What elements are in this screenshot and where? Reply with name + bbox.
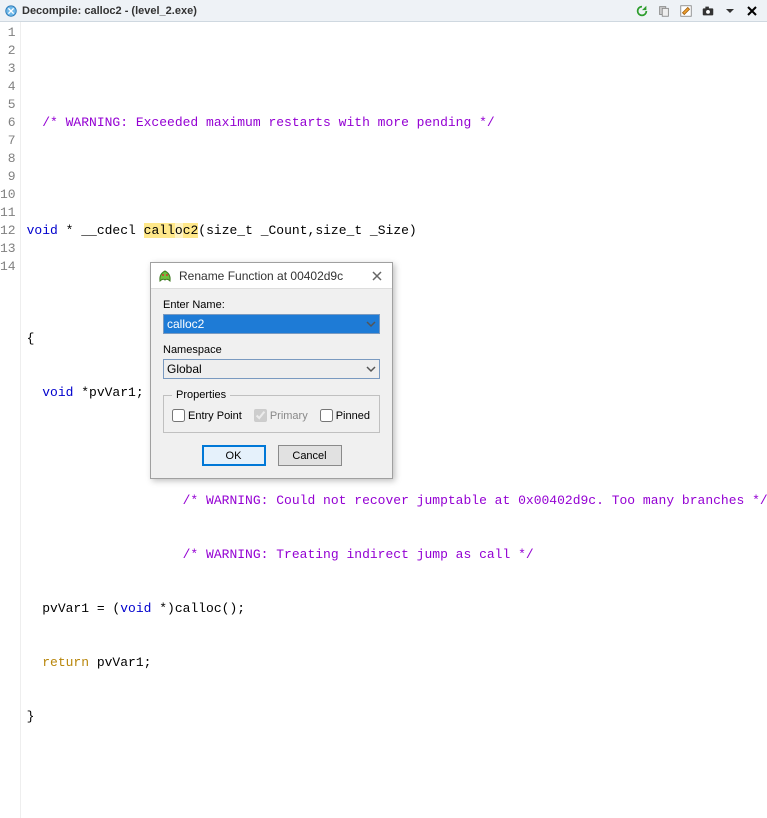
code-line: void *pvVar1;: [27, 384, 767, 402]
refresh-button[interactable]: [632, 2, 652, 20]
edit-button[interactable]: [676, 2, 696, 20]
code-line: return pvVar1;: [27, 654, 767, 672]
dialog-titlebar: Rename Function at 00402d9c: [151, 263, 392, 289]
namespace-label: Namespace: [163, 344, 380, 356]
code-line: [27, 438, 767, 456]
ghidra-icon: [157, 268, 173, 284]
enter-name-combo[interactable]: [163, 314, 380, 334]
pinned-checkbox[interactable]: [320, 409, 333, 422]
copy-button[interactable]: [654, 2, 674, 20]
code-line: [27, 276, 767, 294]
line-number: 12: [0, 222, 16, 240]
namespace-combo[interactable]: [163, 359, 380, 379]
line-number: 13: [0, 240, 16, 258]
code-line: pvVar1 = (void *)calloc();: [27, 600, 767, 618]
code-line: [27, 168, 767, 186]
code-line: [27, 762, 767, 780]
line-gutter: 1 2 3 4 5 6 7 8 9 10 11 12 13 14: [0, 22, 21, 818]
dropdown-icon[interactable]: [720, 2, 740, 20]
code-line: /* WARNING: Exceeded maximum restarts wi…: [27, 114, 767, 132]
code-line: }: [27, 708, 767, 726]
line-number: 1: [0, 24, 16, 42]
decompile-icon: [4, 4, 18, 18]
dialog-close-button[interactable]: [368, 267, 386, 285]
line-number: 7: [0, 132, 16, 150]
properties-group: Properties Entry Point Primary Pinned: [163, 389, 380, 433]
close-button[interactable]: [742, 2, 762, 20]
window-title: Decompile: calloc2 - (level_2.exe): [22, 5, 197, 17]
line-number: 2: [0, 42, 16, 60]
cancel-button[interactable]: Cancel: [278, 445, 342, 466]
line-number: 10: [0, 186, 16, 204]
primary-checkbox-label: Primary: [254, 409, 308, 422]
line-number: 14: [0, 258, 16, 276]
pinned-checkbox-label[interactable]: Pinned: [320, 409, 370, 422]
ok-button[interactable]: OK: [202, 445, 266, 466]
code-line: /* WARNING: Could not recover jumptable …: [27, 492, 767, 510]
code-line: {: [27, 330, 767, 348]
code-line: void * __cdecl calloc2(size_t _Count,siz…: [27, 222, 767, 240]
dialog-button-row: OK Cancel: [163, 445, 380, 466]
properties-legend: Properties: [172, 389, 230, 401]
code-body[interactable]: /* WARNING: Exceeded maximum restarts wi…: [21, 22, 767, 818]
code-line: /* WARNING: Treating indirect jump as ca…: [27, 546, 767, 564]
enter-name-input[interactable]: [163, 314, 380, 334]
code-line: [27, 60, 767, 78]
titlebar: Decompile: calloc2 - (level_2.exe): [0, 0, 767, 22]
entry-point-checkbox[interactable]: [172, 409, 185, 422]
dialog-body: Enter Name: Namespace Properties Entry P…: [151, 289, 392, 478]
snapshot-button[interactable]: [698, 2, 718, 20]
line-number: 9: [0, 168, 16, 186]
rename-function-dialog: Rename Function at 00402d9c Enter Name: …: [150, 262, 393, 479]
primary-checkbox: [254, 409, 267, 422]
line-number: 8: [0, 150, 16, 168]
line-number: 4: [0, 78, 16, 96]
line-number: 3: [0, 60, 16, 78]
dialog-title: Rename Function at 00402d9c: [179, 269, 343, 283]
line-number: 5: [0, 96, 16, 114]
entry-point-checkbox-label[interactable]: Entry Point: [172, 409, 242, 422]
line-number: 6: [0, 114, 16, 132]
namespace-input[interactable]: [163, 359, 380, 379]
line-number: 11: [0, 204, 16, 222]
enter-name-label: Enter Name:: [163, 299, 380, 311]
